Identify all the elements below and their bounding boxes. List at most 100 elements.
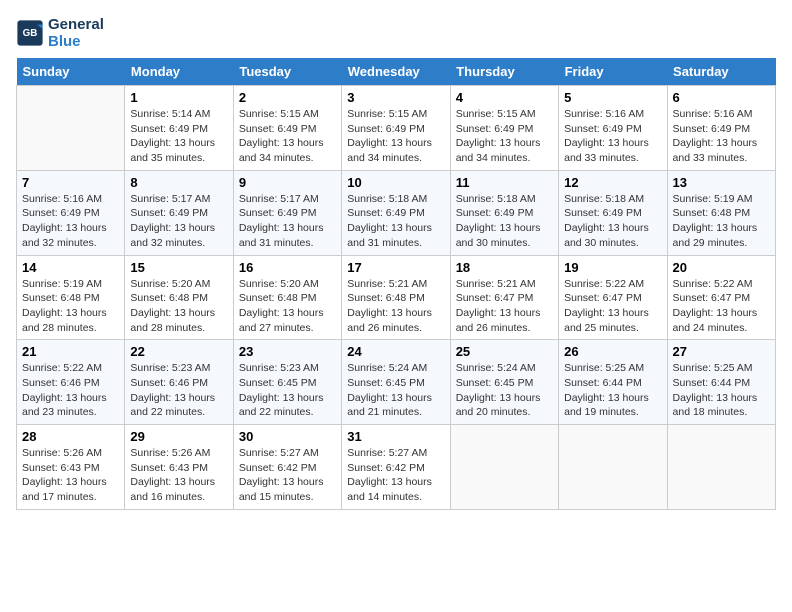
calendar-day: 1 Sunrise: 5:14 AMSunset: 6:49 PMDaylight…	[125, 86, 233, 171]
weekday-header-friday: Friday	[559, 58, 667, 86]
day-info: Sunrise: 5:15 AMSunset: 6:49 PMDaylight:…	[456, 107, 553, 166]
day-number: 1	[130, 90, 227, 105]
day-number: 25	[456, 344, 553, 359]
weekday-header-monday: Monday	[125, 58, 233, 86]
day-info: Sunrise: 5:19 AMSunset: 6:48 PMDaylight:…	[673, 192, 770, 251]
calendar-day: 14 Sunrise: 5:19 AMSunset: 6:48 PMDayligh…	[17, 255, 125, 340]
calendar-day: 12 Sunrise: 5:18 AMSunset: 6:49 PMDayligh…	[559, 170, 667, 255]
day-info: Sunrise: 5:21 AMSunset: 6:47 PMDaylight:…	[456, 277, 553, 336]
weekday-header-thursday: Thursday	[450, 58, 558, 86]
calendar-day	[17, 86, 125, 171]
day-info: Sunrise: 5:25 AMSunset: 6:44 PMDaylight:…	[564, 361, 661, 420]
svg-text:GB: GB	[23, 28, 38, 39]
calendar-day	[559, 425, 667, 510]
weekday-header-sunday: Sunday	[17, 58, 125, 86]
calendar-day: 28 Sunrise: 5:26 AMSunset: 6:43 PMDayligh…	[17, 425, 125, 510]
calendar-day: 18 Sunrise: 5:21 AMSunset: 6:47 PMDayligh…	[450, 255, 558, 340]
calendar-week-1: 1 Sunrise: 5:14 AMSunset: 6:49 PMDaylight…	[17, 86, 776, 171]
calendar-day: 22 Sunrise: 5:23 AMSunset: 6:46 PMDayligh…	[125, 340, 233, 425]
calendar-day: 26Sunrise: 5:25 AMSunset: 6:44 PMDayligh…	[559, 340, 667, 425]
calendar-day: 3 Sunrise: 5:15 AMSunset: 6:49 PMDaylight…	[342, 86, 450, 171]
day-number: 22	[130, 344, 227, 359]
day-info: Sunrise: 5:22 AMSunset: 6:47 PMDaylight:…	[673, 277, 770, 336]
day-info: Sunrise: 5:22 AMSunset: 6:46 PMDaylight:…	[22, 361, 119, 420]
calendar-week-5: 28 Sunrise: 5:26 AMSunset: 6:43 PMDayligh…	[17, 425, 776, 510]
day-info: Sunrise: 5:17 AMSunset: 6:49 PMDaylight:…	[239, 192, 336, 251]
calendar-week-4: 21 Sunrise: 5:22 AMSunset: 6:46 PMDayligh…	[17, 340, 776, 425]
calendar-day: 21 Sunrise: 5:22 AMSunset: 6:46 PMDayligh…	[17, 340, 125, 425]
day-info: Sunrise: 5:15 AMSunset: 6:49 PMDaylight:…	[239, 107, 336, 166]
day-info: Sunrise: 5:15 AMSunset: 6:49 PMDaylight:…	[347, 107, 444, 166]
calendar-day	[667, 425, 775, 510]
day-info: Sunrise: 5:16 AMSunset: 6:49 PMDaylight:…	[22, 192, 119, 251]
day-number: 15	[130, 260, 227, 275]
day-info: Sunrise: 5:18 AMSunset: 6:49 PMDaylight:…	[564, 192, 661, 251]
day-number: 6	[673, 90, 770, 105]
day-info: Sunrise: 5:27 AMSunset: 6:42 PMDaylight:…	[347, 446, 444, 505]
day-number: 2	[239, 90, 336, 105]
calendar-day: 30Sunrise: 5:27 AMSunset: 6:42 PMDayligh…	[233, 425, 341, 510]
day-number: 24	[347, 344, 444, 359]
logo: GB General Blue	[16, 16, 104, 50]
day-number: 13	[673, 175, 770, 190]
day-info: Sunrise: 5:20 AMSunset: 6:48 PMDaylight:…	[130, 277, 227, 336]
day-number: 21	[22, 344, 119, 359]
calendar-day: 19Sunrise: 5:22 AMSunset: 6:47 PMDayligh…	[559, 255, 667, 340]
day-info: Sunrise: 5:20 AMSunset: 6:48 PMDaylight:…	[239, 277, 336, 336]
day-number: 4	[456, 90, 553, 105]
calendar-day: 24 Sunrise: 5:24 AMSunset: 6:45 PMDayligh…	[342, 340, 450, 425]
calendar-day: 4 Sunrise: 5:15 AMSunset: 6:49 PMDaylight…	[450, 86, 558, 171]
day-info: Sunrise: 5:21 AMSunset: 6:48 PMDaylight:…	[347, 277, 444, 336]
calendar-table: SundayMondayTuesdayWednesdayThursdayFrid…	[16, 58, 776, 510]
day-number: 18	[456, 260, 553, 275]
calendar-day: 10 Sunrise: 5:18 AMSunset: 6:49 PMDayligh…	[342, 170, 450, 255]
calendar-day: 29Sunrise: 5:26 AMSunset: 6:43 PMDayligh…	[125, 425, 233, 510]
day-info: Sunrise: 5:23 AMSunset: 6:46 PMDaylight:…	[130, 361, 227, 420]
page-header: GB General Blue	[16, 16, 776, 50]
day-number: 10	[347, 175, 444, 190]
day-number: 17	[347, 260, 444, 275]
weekday-header-wednesday: Wednesday	[342, 58, 450, 86]
day-info: Sunrise: 5:14 AMSunset: 6:49 PMDaylight:…	[130, 107, 227, 166]
day-info: Sunrise: 5:17 AMSunset: 6:49 PMDaylight:…	[130, 192, 227, 251]
day-info: Sunrise: 5:18 AMSunset: 6:49 PMDaylight:…	[347, 192, 444, 251]
day-info: Sunrise: 5:16 AMSunset: 6:49 PMDaylight:…	[564, 107, 661, 166]
day-number: 12	[564, 175, 661, 190]
day-info: Sunrise: 5:18 AMSunset: 6:49 PMDaylight:…	[456, 192, 553, 251]
day-info: Sunrise: 5:27 AMSunset: 6:42 PMDaylight:…	[239, 446, 336, 505]
calendar-day: 7 Sunrise: 5:16 AMSunset: 6:49 PMDaylight…	[17, 170, 125, 255]
day-info: Sunrise: 5:16 AMSunset: 6:49 PMDaylight:…	[673, 107, 770, 166]
day-number: 20	[673, 260, 770, 275]
calendar-day: 15 Sunrise: 5:20 AMSunset: 6:48 PMDayligh…	[125, 255, 233, 340]
calendar-day	[450, 425, 558, 510]
day-info: Sunrise: 5:24 AMSunset: 6:45 PMDaylight:…	[456, 361, 553, 420]
day-number: 5	[564, 90, 661, 105]
day-number: 7	[22, 175, 119, 190]
calendar-day: 31 Sunrise: 5:27 AMSunset: 6:42 PMDayligh…	[342, 425, 450, 510]
day-number: 31	[347, 429, 444, 444]
day-number: 28	[22, 429, 119, 444]
calendar-day: 6 Sunrise: 5:16 AMSunset: 6:49 PMDaylight…	[667, 86, 775, 171]
calendar-day: 13 Sunrise: 5:19 AMSunset: 6:48 PMDayligh…	[667, 170, 775, 255]
day-number: 16	[239, 260, 336, 275]
day-info: Sunrise: 5:23 AMSunset: 6:45 PMDaylight:…	[239, 361, 336, 420]
logo-icon: GB	[16, 19, 44, 47]
weekday-header-tuesday: Tuesday	[233, 58, 341, 86]
calendar-day: 17 Sunrise: 5:21 AMSunset: 6:48 PMDayligh…	[342, 255, 450, 340]
logo-line1: General	[48, 16, 104, 33]
day-number: 11	[456, 175, 553, 190]
calendar-day: 11 Sunrise: 5:18 AMSunset: 6:49 PMDayligh…	[450, 170, 558, 255]
calendar-day: 16 Sunrise: 5:20 AMSunset: 6:48 PMDayligh…	[233, 255, 341, 340]
calendar-day: 8Sunrise: 5:17 AMSunset: 6:49 PMDaylight…	[125, 170, 233, 255]
calendar-day: 2 Sunrise: 5:15 AMSunset: 6:49 PMDaylight…	[233, 86, 341, 171]
calendar-day: 20 Sunrise: 5:22 AMSunset: 6:47 PMDayligh…	[667, 255, 775, 340]
day-info: Sunrise: 5:26 AMSunset: 6:43 PMDaylight:…	[130, 446, 227, 505]
day-info: Sunrise: 5:19 AMSunset: 6:48 PMDaylight:…	[22, 277, 119, 336]
day-info: Sunrise: 5:26 AMSunset: 6:43 PMDaylight:…	[22, 446, 119, 505]
calendar-day: 9Sunrise: 5:17 AMSunset: 6:49 PMDaylight…	[233, 170, 341, 255]
day-number: 3	[347, 90, 444, 105]
day-info: Sunrise: 5:24 AMSunset: 6:45 PMDaylight:…	[347, 361, 444, 420]
day-info: Sunrise: 5:22 AMSunset: 6:47 PMDaylight:…	[564, 277, 661, 336]
day-number: 14	[22, 260, 119, 275]
day-number: 23	[239, 344, 336, 359]
